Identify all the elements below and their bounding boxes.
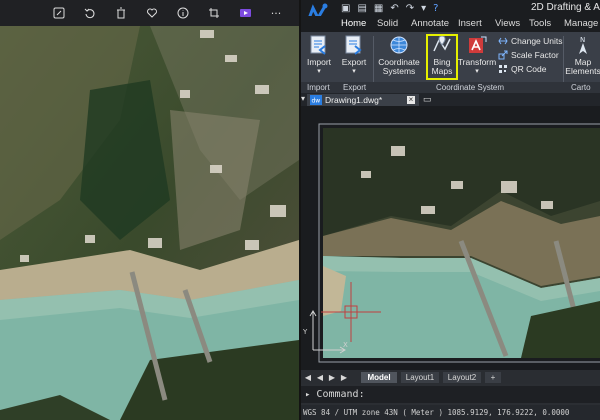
document-tab[interactable]: dw Drawing1.dwg* × <box>307 94 419 106</box>
import-icon <box>310 35 326 55</box>
group-carto: Carto <box>571 83 591 92</box>
tab-annotate[interactable]: Annotate <box>411 18 449 29</box>
window-title: 2D Drafting & Annotati <box>531 2 600 13</box>
ribbon-separator <box>373 36 374 84</box>
redo-icon[interactable]: ↷ <box>406 3 414 14</box>
satellite-photo <box>0 26 299 420</box>
undo-icon[interactable]: ↶ <box>390 3 398 14</box>
open-icon[interactable]: ▣ <box>341 3 350 14</box>
tab-solid[interactable]: Solid <box>377 18 398 29</box>
ribbon-group-labels: Import Export Coordinate System Carto <box>301 82 600 93</box>
add-layout-button[interactable]: + <box>485 372 501 383</box>
next-tab-icon[interactable]: ▶ <box>327 372 337 383</box>
svg-text:X: X <box>343 341 348 349</box>
export-label: Export <box>341 57 367 67</box>
document-tab-label: Drawing1.dwg* <box>325 95 383 105</box>
transform-button[interactable]: Transform ▾ <box>457 34 497 76</box>
chevron-down-icon[interactable]: ▾ <box>421 3 426 14</box>
ribbon-separator <box>563 36 564 84</box>
heart-icon[interactable] <box>145 6 159 20</box>
svg-text:Y: Y <box>302 328 308 336</box>
trash-icon[interactable] <box>114 6 128 20</box>
command-label: Command: <box>316 389 365 400</box>
tab-insert[interactable]: Insert <box>458 18 482 29</box>
change-units-button[interactable]: Change Units <box>498 36 563 46</box>
scale-factor-label: Scale Factor <box>511 50 559 60</box>
svg-text:N: N <box>580 36 585 44</box>
tab-layout2[interactable]: Layout2 <box>443 372 481 383</box>
first-tab-icon[interactable]: ◀ <box>303 372 313 383</box>
export-button[interactable]: Export ▾ <box>339 34 369 76</box>
scale-factor-button[interactable]: Scale Factor <box>498 50 559 60</box>
close-icon[interactable]: × <box>407 96 415 104</box>
title-bar: ▣ ▤ ▦ ↶ ↷ ▾ ? 2D Drafting & Annotati <box>301 0 600 16</box>
tab-manage[interactable]: Manage <box>564 18 598 29</box>
tab-list-icon[interactable]: ▾ <box>301 94 305 103</box>
north-arrow-icon: N <box>579 36 587 54</box>
chevron-down-icon: ▾ <box>317 68 321 75</box>
transform-icon <box>469 36 487 53</box>
svg-text:dw: dw <box>312 98 321 105</box>
export-icon <box>345 35 362 55</box>
qr-code-icon <box>499 65 507 73</box>
tab-views[interactable]: Views <box>495 18 520 29</box>
import-label: Import <box>306 57 332 67</box>
chevron-down-icon: ▾ <box>475 68 479 75</box>
import-button[interactable]: Import ▾ <box>304 34 334 76</box>
change-units-label: Change Units <box>511 36 563 46</box>
rotate-icon[interactable] <box>83 6 97 20</box>
ribbon-tabs: Home Solid Annotate Insert Views Tools M… <box>301 16 600 32</box>
view-tabs: ◀ ◀ ▶ ▶ Model Layout1 Layout2 + <box>301 370 600 384</box>
scale-factor-icon <box>498 50 508 60</box>
map-elements-button[interactable]: N Map Elements <box>565 34 600 76</box>
map-elements-label: Map Elements <box>565 57 600 76</box>
cad-application: ▣ ▤ ▦ ↶ ↷ ▾ ? 2D Drafting & Annotati Hom… <box>301 0 600 420</box>
tab-layout1[interactable]: Layout1 <box>401 372 439 383</box>
help-icon[interactable]: ? <box>433 3 438 14</box>
save-icon[interactable]: ▤ <box>357 3 366 14</box>
qr-code-button[interactable]: QR Code <box>498 64 546 74</box>
command-line[interactable]: ▸ Command: <box>301 386 600 403</box>
coordinate-readout: WGS 84 / UTM zone 43N ( Meter ) 1085.912… <box>303 408 570 417</box>
prev-tab-icon[interactable]: ◀ <box>315 372 325 383</box>
change-units-icon <box>498 37 508 45</box>
tab-tools[interactable]: Tools <box>529 18 551 29</box>
chevron-down-icon: ▾ <box>352 68 356 75</box>
tab-home[interactable]: Home <box>341 18 366 29</box>
globe-icon <box>390 36 408 54</box>
transform-label: Transform <box>457 57 497 67</box>
coordinate-systems-button[interactable]: Coordinate Systems <box>375 34 423 76</box>
dwg-file-icon: dw <box>310 95 322 105</box>
crop-icon[interactable] <box>207 6 221 20</box>
status-bar: WGS 84 / UTM zone 43N ( Meter ) 1085.912… <box>301 405 600 420</box>
coordinate-systems-label: Coordinate Systems <box>378 57 420 76</box>
new-tab-icon[interactable]: ▭ <box>423 94 432 105</box>
photo-viewer-pane: ··· <box>0 0 299 420</box>
info-icon[interactable] <box>176 6 190 20</box>
group-coordinate-system: Coordinate System <box>436 83 505 92</box>
qr-code-label: QR Code <box>511 64 547 74</box>
group-import: Import <box>307 83 330 92</box>
edit-icon[interactable] <box>52 6 66 20</box>
group-export: Export <box>343 83 367 92</box>
print-icon[interactable]: ▦ <box>374 3 383 14</box>
drawing-canvas[interactable]: Y X <box>301 106 600 370</box>
video-edit-icon[interactable] <box>238 6 252 20</box>
photo-toolbar: ··· <box>0 0 299 26</box>
command-line-icon: ▸ <box>305 389 311 400</box>
tab-model[interactable]: Model <box>361 372 397 383</box>
more-icon[interactable]: ··· <box>269 6 283 20</box>
last-tab-icon[interactable]: ▶ <box>339 372 349 383</box>
bing-maps-highlight <box>426 34 458 80</box>
document-tab-bar: ▾ dw Drawing1.dwg* × ▭ <box>301 93 600 106</box>
